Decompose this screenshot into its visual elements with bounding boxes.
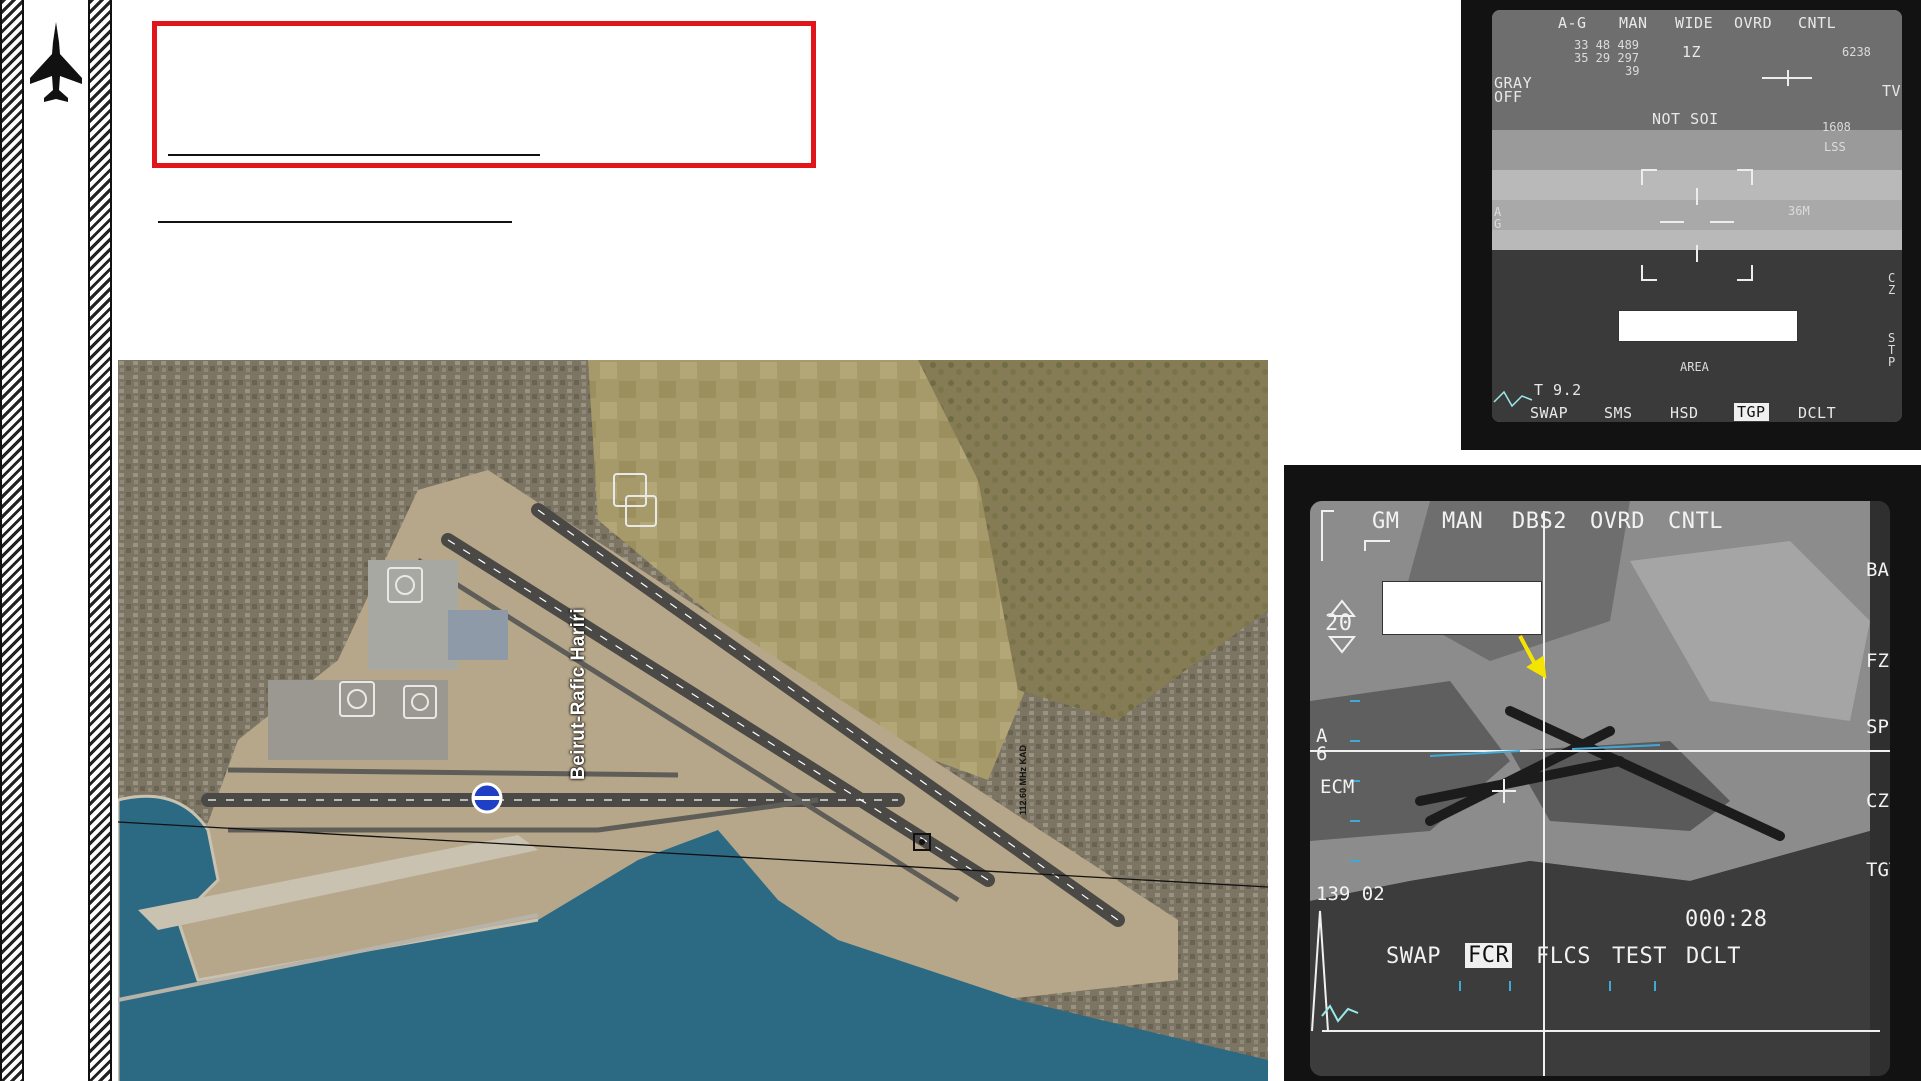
tgp-not-soi: NOT SOI xyxy=(1652,110,1719,128)
tgp-coords-3: 39 xyxy=(1625,64,1640,78)
sidebar-hatch-right xyxy=(88,0,112,1081)
fcr-osb-swap[interactable]: SWAP xyxy=(1386,944,1441,969)
tgp-side-stp[interactable]: S T P xyxy=(1888,332,1898,368)
airport-label: Beirut-Rafic Hariri xyxy=(568,607,589,780)
tgp-range: 1608 xyxy=(1822,120,1851,134)
fcr-osb-dclt[interactable]: DCLT xyxy=(1686,944,1741,969)
fcr-osb-ovrd[interactable]: OVRD xyxy=(1590,509,1645,534)
fcr-bearing: 139 02 xyxy=(1316,883,1385,905)
tgp-osb-cntl[interactable]: CNTL xyxy=(1798,14,1836,32)
airport-map[interactable]: Beirut-Rafic Hariri 112.60 MHz KAD xyxy=(118,360,1268,1081)
tgp-side-ag[interactable]: A G xyxy=(1494,206,1504,230)
tgp-callout-box xyxy=(1618,310,1798,342)
fcr-timer: 000:28 xyxy=(1685,907,1768,932)
title-underline xyxy=(168,154,540,156)
jet-icon xyxy=(30,22,82,102)
tgp-time-label: T 9.2 xyxy=(1534,381,1582,399)
vor-frequency-label: 112.60 MHz KAD xyxy=(1018,744,1028,815)
sidebar-hatch-left xyxy=(0,0,24,1081)
fcr-side-baro[interactable]: BARO xyxy=(1866,561,1890,580)
fcr-osb-dbs2[interactable]: DBS2 xyxy=(1512,509,1567,534)
fcr-side-fz[interactable]: FZ xyxy=(1866,651,1889,671)
tgp-tv-label[interactable]: TV xyxy=(1882,82,1901,100)
tgp-off-label[interactable]: OFF xyxy=(1494,88,1523,106)
fcr-osb-test[interactable]: TEST xyxy=(1612,944,1667,969)
tgp-osb-ovrd[interactable]: OVRD xyxy=(1734,14,1772,32)
tgp-osb-ag[interactable]: A-G xyxy=(1558,14,1587,32)
tgp-screen[interactable]: A-G MAN WIDE OVRD CNTL 33 48 489 35 29 2… xyxy=(1492,10,1902,422)
tgp-target-range: 36M xyxy=(1788,204,1810,218)
fcr-mfd: GM MAN DBS2 OVRD CNTL 20 A 6 ECM BARO FZ… xyxy=(1284,465,1921,1081)
tgp-lss: LSS xyxy=(1824,140,1846,154)
tgp-osb-wide[interactable]: WIDE xyxy=(1675,14,1713,32)
fcr-side-cz[interactable]: CZ xyxy=(1866,791,1889,811)
tgp-osb-dclt[interactable]: DCLT xyxy=(1798,404,1836,422)
tgp-mfd: A-G MAN WIDE OVRD CNTL 33 48 489 35 29 2… xyxy=(1461,0,1921,450)
tgp-osb-tgp[interactable]: TGP xyxy=(1734,403,1769,421)
tgp-osb-hsd[interactable]: HSD xyxy=(1670,404,1699,422)
fcr-callout-box xyxy=(1382,581,1542,635)
tgp-coords-1: 33 48 489 xyxy=(1574,38,1640,52)
tgp-zoom: 1Z xyxy=(1682,43,1702,61)
fcr-side-ecm[interactable]: ECM xyxy=(1320,777,1354,797)
fcr-side-tgt[interactable]: TGT xyxy=(1866,861,1890,880)
fcr-osb-gm[interactable]: GM xyxy=(1372,509,1400,534)
tgp-altitude: 6238 xyxy=(1842,45,1871,59)
fcr-range[interactable]: 20 xyxy=(1325,611,1353,636)
tgp-side-cz[interactable]: C Z xyxy=(1888,272,1898,296)
fcr-side-sp[interactable]: SP xyxy=(1866,717,1889,737)
fcr-osb-man[interactable]: MAN xyxy=(1442,509,1483,534)
tgp-osb-sms[interactable]: SMS xyxy=(1604,404,1633,422)
tgp-osb-swap[interactable]: SWAP xyxy=(1530,404,1568,422)
fcr-side-a6[interactable]: A 6 xyxy=(1316,727,1330,764)
tgp-area-label[interactable]: AREA xyxy=(1680,360,1709,374)
fcr-osb-flcs[interactable]: FLCS xyxy=(1536,944,1591,969)
tgp-coords-2: 35 29 297 xyxy=(1574,51,1640,65)
tgp-osb-man[interactable]: MAN xyxy=(1619,14,1648,32)
fcr-osb-cntl[interactable]: CNTL xyxy=(1668,509,1723,534)
subtitle-underline xyxy=(158,221,512,223)
title-frame xyxy=(152,21,816,168)
fcr-osb-fcr[interactable]: FCR xyxy=(1465,943,1513,968)
fcr-screen[interactable]: GM MAN DBS2 OVRD CNTL 20 A 6 ECM BARO FZ… xyxy=(1310,501,1890,1076)
